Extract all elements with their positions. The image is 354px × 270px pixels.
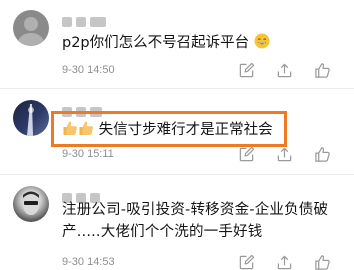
comment-text: p2p你们怎么不号召起诉平台	[62, 32, 270, 54]
username-blurred[interactable]	[62, 12, 122, 27]
share-button[interactable]	[266, 60, 302, 80]
thumbs-up-icon	[314, 62, 330, 78]
comment-actions	[226, 252, 340, 270]
comment-actions	[226, 60, 340, 80]
share-arrow-icon	[277, 255, 291, 269]
share-button[interactable]	[266, 144, 302, 164]
divider	[0, 88, 354, 89]
thumbs-up-icon	[314, 254, 330, 270]
reply-button[interactable]	[228, 252, 264, 270]
reply-button[interactable]	[228, 144, 264, 164]
comment-timestamp: 9-30 15:11	[62, 148, 114, 160]
share-arrow-icon	[277, 147, 291, 161]
like-button[interactable]	[304, 252, 340, 270]
thumbs-up-icon	[314, 146, 330, 162]
highlight-annotation-box	[51, 111, 287, 147]
share-arrow-icon	[277, 63, 291, 77]
avatar[interactable]	[13, 186, 49, 222]
avatar[interactable]	[13, 100, 49, 136]
divider	[0, 174, 354, 175]
share-button[interactable]	[266, 252, 302, 270]
comment-timestamp: 9-30 14:53	[62, 256, 115, 268]
comment-timestamp: 9-30 14:50	[62, 64, 115, 76]
comment-item: 注册公司-吸引投资-转移资金-企业负债破 产.....大佬们个个洗的一手好钱 9…	[0, 176, 354, 270]
avatar[interactable]	[13, 10, 49, 46]
comment-actions	[226, 144, 340, 164]
pencil-square-icon	[239, 62, 254, 77]
comment-item: p2p你们怎么不号召起诉平台 9-30 14:50	[0, 0, 354, 86]
pencil-square-icon	[239, 254, 254, 269]
comment-text: 注册公司-吸引投资-转移资金-企业负债破 产.....大佬们个个洗的一手好钱	[62, 202, 329, 240]
like-button[interactable]	[304, 60, 340, 80]
pencil-square-icon	[239, 146, 254, 161]
like-button[interactable]	[304, 144, 340, 164]
reply-button[interactable]	[228, 60, 264, 80]
grinning-face-icon	[254, 33, 270, 49]
